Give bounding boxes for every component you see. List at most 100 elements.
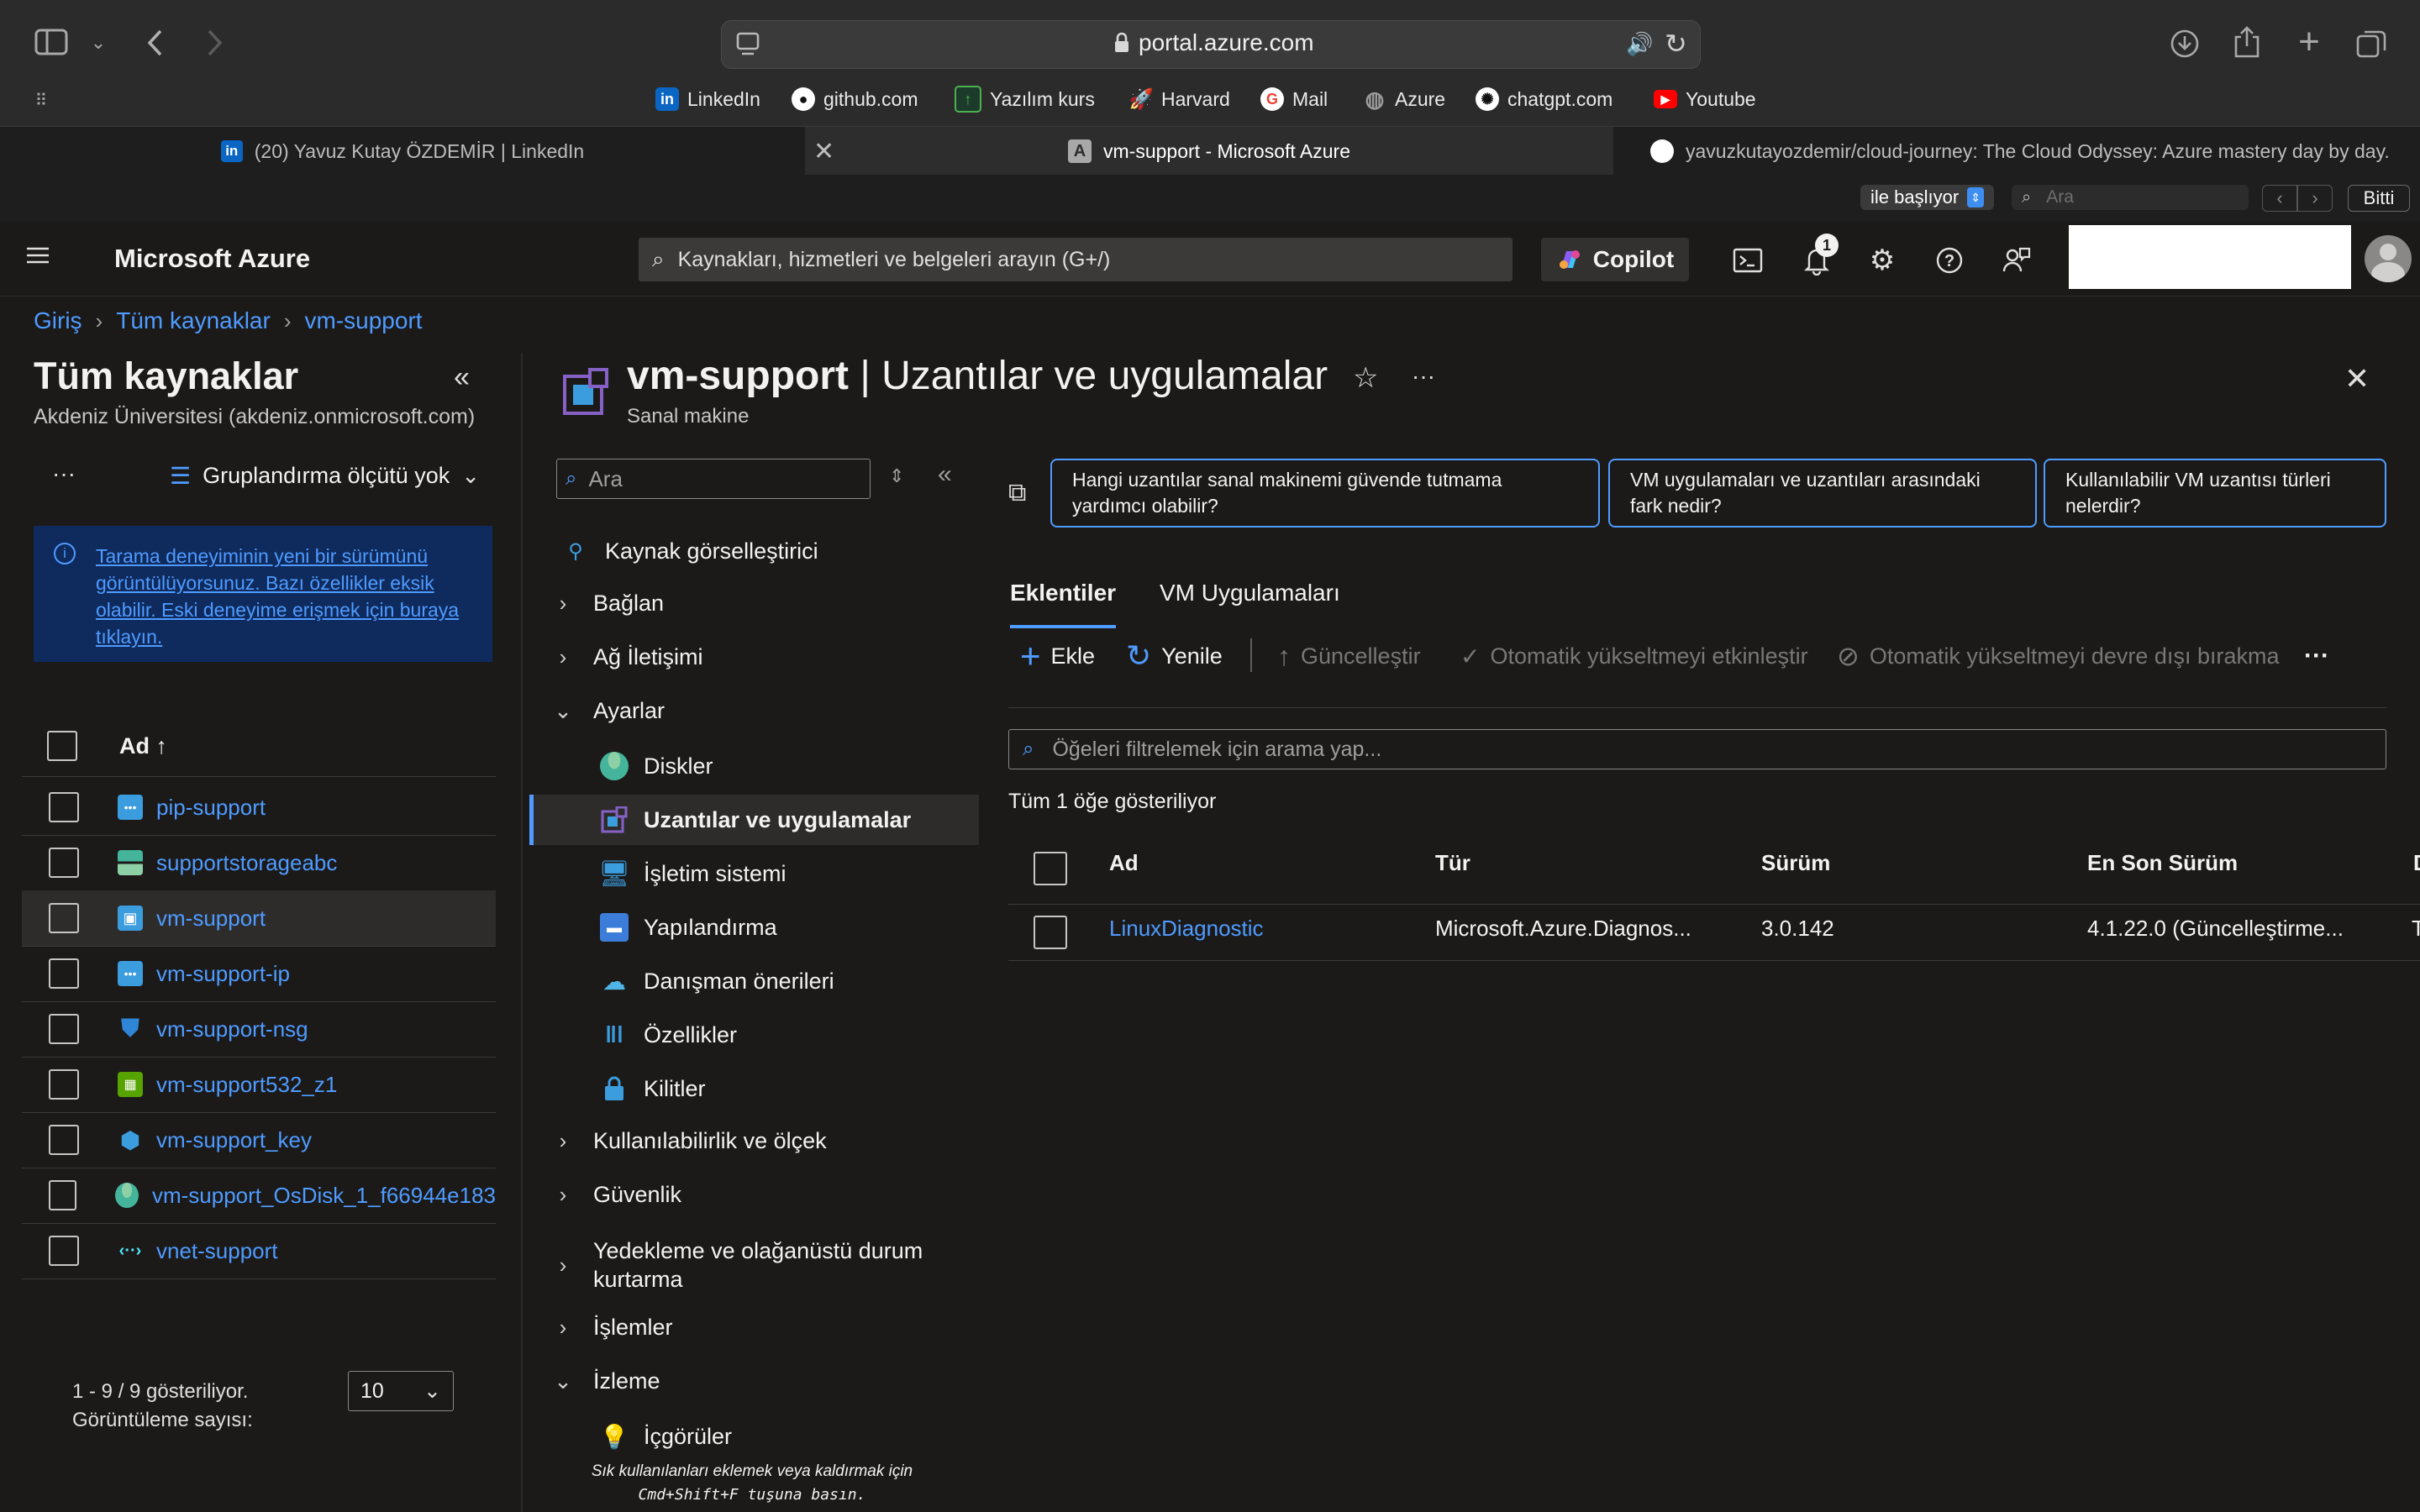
resource-link[interactable]: vm-support532_z1: [156, 1072, 337, 1098]
more-options-icon[interactable]: ···: [2304, 637, 2329, 675]
row-checkbox[interactable]: [49, 792, 79, 822]
more-options-icon[interactable]: ···: [52, 460, 76, 487]
brand-title[interactable]: Microsoft Azure: [114, 244, 310, 274]
find-done-button[interactable]: Bitti: [2348, 185, 2410, 212]
avatar[interactable]: [2365, 235, 2412, 282]
table-row-selected[interactable]: ▣ vm-support: [22, 890, 496, 947]
nav-item-locks[interactable]: Kilitler: [529, 1063, 975, 1114]
favorite-youtube[interactable]: ▶ Youtube: [1654, 82, 1756, 116]
prompt-suggestion-1[interactable]: Hangi uzantılar sanal makinemi güvende t…: [1050, 459, 1600, 528]
nav-group-networking[interactable]: › Ağ İletişimi: [529, 632, 975, 682]
nav-item-configuration[interactable]: ▬ Yapılandırma: [529, 902, 975, 953]
table-row[interactable]: ▦ vm-support532_z1: [22, 1057, 496, 1113]
hamburger-menu-icon[interactable]: [25, 245, 54, 270]
downloads-icon[interactable]: [2165, 24, 2205, 64]
tab-extensions[interactable]: Eklentiler: [1010, 580, 1117, 628]
enable-auto-upgrade-button[interactable]: ✓ Otomatik yükseltmeyi etkinleştir: [1460, 637, 1808, 675]
prompt-suggestion-2[interactable]: VM uygulamaları ve uzantıları arasındaki…: [1608, 459, 2037, 528]
column-header-latest-version[interactable]: En Son Sürüm: [2087, 850, 2238, 876]
share-icon[interactable]: [2227, 22, 2267, 62]
grid-icon[interactable]: ⠿: [29, 87, 54, 113]
star-icon[interactable]: ☆: [1353, 361, 1378, 395]
row-checkbox[interactable]: [49, 903, 79, 933]
resource-link[interactable]: vm-support-ip: [156, 961, 290, 987]
page-size-select[interactable]: 10 ⌄: [348, 1371, 454, 1411]
breadcrumb-vm-support[interactable]: vm-support: [305, 307, 423, 334]
find-next-icon[interactable]: ›: [2297, 185, 2333, 212]
tab-overview-icon[interactable]: [2351, 24, 2391, 64]
page-menu-icon[interactable]: [735, 31, 760, 62]
info-banner[interactable]: i Tarama deneyiminin yeni bir sürümünü g…: [34, 526, 492, 662]
address-bar[interactable]: portal.azure.com 🔊 ↻: [721, 20, 1701, 69]
forward-icon[interactable]: [198, 24, 232, 62]
row-checkbox[interactable]: [1034, 916, 1067, 949]
table-row[interactable]: ‹··› vnet-support: [22, 1223, 496, 1279]
nav-group-settings[interactable]: ⌄ Ayarlar: [529, 685, 975, 736]
row-checkbox[interactable]: [49, 1125, 79, 1155]
gear-icon[interactable]: ⚙: [1860, 239, 1904, 282]
nav-item-operating-system[interactable]: 🖥 İşletim sistemi: [529, 848, 975, 899]
favorite-github[interactable]: ● github.com: [792, 82, 918, 116]
table-row[interactable]: ⬢ vm-support_key: [22, 1112, 496, 1168]
resource-link[interactable]: vm-support_key: [156, 1127, 312, 1153]
filter-input[interactable]: ⌕ Öğeleri filtrelemek için arama yap...: [1008, 729, 2386, 769]
tab-github[interactable]: yavuzkutayozdemir/cloud-journey: The Clo…: [1613, 127, 2420, 176]
cloud-shell-icon[interactable]: [1726, 239, 1770, 282]
nav-group-connect[interactable]: › Bağlan: [529, 578, 975, 628]
feedback-icon[interactable]: [1995, 239, 2039, 282]
bell-icon[interactable]: 1: [1795, 234, 1839, 282]
breadcrumb-all-resources[interactable]: Tüm kaynaklar: [116, 307, 271, 334]
name-column-header[interactable]: Ad ↑: [119, 733, 167, 759]
resource-link[interactable]: supportstorageabc: [156, 850, 337, 876]
nav-item-resource-visualizer[interactable]: ⚲ Kaynak görselleştirici: [529, 526, 975, 576]
row-checkbox[interactable]: [49, 1180, 77, 1210]
collapse-pane-icon[interactable]: «: [454, 361, 470, 394]
find-previous-icon[interactable]: ‹: [2262, 185, 2297, 212]
column-header-version[interactable]: Sürüm: [1761, 850, 1830, 876]
row-checkbox[interactable]: [49, 848, 79, 878]
sidebar-icon[interactable]: [32, 25, 71, 59]
nav-item-insights[interactable]: 💡 İçgörüler: [529, 1411, 975, 1462]
help-icon[interactable]: ?: [1928, 239, 1971, 282]
resource-link[interactable]: vm-support: [156, 906, 266, 932]
select-all-checkbox[interactable]: [47, 731, 77, 761]
nav-item-advisor[interactable]: ☁ Danışman önerileri: [529, 956, 975, 1006]
find-input[interactable]: ⌕ Ara: [2012, 185, 2249, 210]
table-row[interactable]: vm-support_OsDisk_1_f66944e183: [22, 1168, 496, 1224]
tab-vm-applications[interactable]: VM Uygulamaları: [1160, 580, 1340, 606]
nav-group-backup[interactable]: › Yedekleme ve olağanüstü durum kurtarma: [529, 1231, 975, 1299]
more-options-icon[interactable]: ···: [1412, 363, 1435, 390]
row-checkbox[interactable]: [49, 958, 79, 989]
back-icon[interactable]: [138, 24, 171, 62]
collapse-nav-icon[interactable]: «: [938, 460, 952, 489]
favorite-linkedin[interactable]: in LinkedIn: [655, 82, 760, 116]
table-row[interactable]: supportstorageabc: [22, 835, 496, 891]
favorite-mail[interactable]: G Mail: [1260, 82, 1328, 116]
table-row[interactable]: ••• pip-support: [22, 780, 496, 836]
update-button[interactable]: ↑ Güncelleştir: [1277, 637, 1421, 675]
disable-auto-upgrade-button[interactable]: ⊘ Otomatik yükseltmeyi devre dışı bırakm…: [1837, 637, 2279, 675]
tab-azure[interactable]: ✕ A vm-support - Microsoft Azure: [805, 127, 1613, 176]
extension-name-link[interactable]: LinuxDiagnostic: [1109, 916, 1264, 942]
nav-group-operations[interactable]: › İşlemler: [529, 1302, 975, 1352]
copilot-button[interactable]: Copilot: [1541, 238, 1689, 281]
add-button[interactable]: + Ekle: [1020, 636, 1095, 675]
select-all-checkbox[interactable]: [1034, 852, 1067, 885]
tab-linkedin[interactable]: in (20) Yavuz Kutay ÖZDEMİR | LinkedIn: [0, 127, 805, 176]
close-blade-icon[interactable]: ✕: [2344, 361, 2370, 396]
table-row[interactable]: ••• vm-support-ip: [22, 946, 496, 1002]
nav-group-availability[interactable]: › Kullanılabilirlik ve ölçek: [529, 1116, 975, 1166]
column-header-type[interactable]: Tür: [1435, 850, 1470, 876]
resource-link[interactable]: pip-support: [156, 795, 266, 821]
grouping-dropdown[interactable]: ☰ Gruplandırma ölçütü yok ⌄: [170, 462, 480, 490]
reload-icon[interactable]: ↻: [1665, 28, 1687, 60]
find-mode-select[interactable]: ile başlıyor ⇕: [1860, 185, 1995, 210]
resource-link[interactable]: vm-support_OsDisk_1_f66944e183: [152, 1183, 496, 1209]
nav-item-extensions[interactable]: Uzantılar ve uygulamalar: [529, 795, 979, 845]
nav-item-disks[interactable]: Diskler: [529, 741, 975, 791]
resource-link[interactable]: vm-support-nsg: [156, 1016, 308, 1042]
prompt-suggestion-3[interactable]: Kullanılabilir VM uzantısı türleri neler…: [2044, 459, 2386, 528]
favorite-chatgpt[interactable]: ✺ chatgpt.com: [1476, 82, 1612, 116]
nav-search-input[interactable]: ⌕ Ara: [556, 459, 871, 499]
refresh-button[interactable]: ↻ Yenile: [1126, 637, 1223, 675]
